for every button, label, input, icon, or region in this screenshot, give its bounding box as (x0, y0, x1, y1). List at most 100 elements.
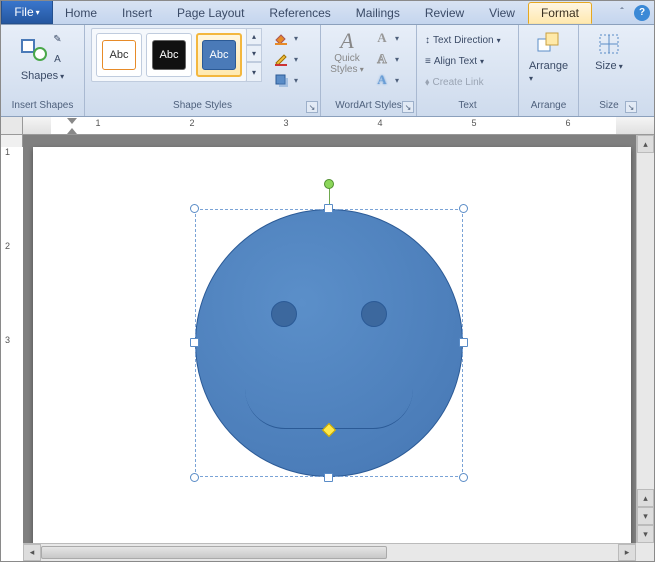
ruler-corner[interactable] (1, 117, 23, 135)
size-button[interactable]: Size ▾ (585, 28, 633, 74)
shape-style-3[interactable]: Abc (196, 33, 242, 77)
text-box-button[interactable]: A (49, 50, 67, 68)
tab-view[interactable]: View (477, 1, 528, 24)
chevron-down-icon: ▾ (392, 55, 402, 64)
horizontal-ruler[interactable]: 1 2 3 4 5 6 (23, 117, 654, 135)
shape-style-gallery: Abc Abc Abc (91, 28, 247, 82)
ribbon-tabs: File ▾ Home Insert Page Layout Reference… (1, 1, 654, 25)
size-launcher[interactable]: ↘ (625, 101, 637, 113)
page-up-button[interactable]: ▴ (637, 489, 654, 507)
text-outline-icon: A (373, 50, 391, 68)
group-arrange: Arrange ▾ Arrange (519, 25, 579, 116)
titlebar-controls: ˆ ? (614, 1, 654, 24)
arrange-label: Arrange (529, 60, 568, 72)
create-link-button[interactable]: ⬧ Create Link (423, 72, 486, 92)
group-wordart-styles: A Quick Styles ▾ A▾ A▾ A▾ WordArt Styles… (321, 25, 417, 116)
gallery-more-button[interactable]: ▾ (246, 62, 262, 82)
shape-styles-launcher[interactable]: ↘ (306, 101, 318, 113)
group-size: Size ▾ Size ↘ (579, 25, 639, 116)
text-fill-button[interactable]: A▾ (373, 28, 402, 48)
resize-handle-sw[interactable] (190, 473, 199, 482)
scrollbar-corner (636, 543, 654, 561)
chevron-down-icon: ▾ (291, 55, 301, 64)
scroll-left-button[interactable]: ◂ (23, 544, 41, 561)
text-direction-button[interactable]: ↕ Text Direction ▾ (423, 30, 503, 50)
text-effects-icon: A (373, 71, 391, 89)
rotation-handle[interactable] (324, 179, 334, 189)
align-text-button[interactable]: ≡ Align Text ▾ (423, 51, 486, 71)
scroll-down-button[interactable]: ▾ (637, 525, 654, 543)
group-shape-styles: Abc Abc Abc ▴ ▾ ▾ ▾ (85, 25, 321, 116)
text-outline-button[interactable]: A▾ (373, 49, 402, 69)
text-effects-button[interactable]: A▾ (373, 70, 402, 90)
shapes-icon (19, 37, 47, 61)
tab-format[interactable]: Format (528, 2, 592, 24)
gallery-up-button[interactable]: ▴ (246, 28, 262, 45)
vertical-scrollbar[interactable]: ▴ ▴ ▾ ▾ (636, 135, 654, 543)
text-direction-icon: ↕ (425, 35, 430, 46)
chevron-down-icon: ▾ (36, 8, 40, 17)
arrange-button[interactable]: Arrange ▾ (525, 28, 572, 86)
indent-marker[interactable] (67, 117, 77, 135)
selected-shape[interactable] (195, 209, 463, 477)
edit-shape-button[interactable]: ✎ (49, 30, 67, 48)
file-tab[interactable]: File ▾ (1, 1, 53, 24)
gallery-scroll: ▴ ▾ ▾ (246, 28, 262, 82)
pencil-icon (272, 50, 290, 68)
size-icon (595, 30, 623, 58)
tab-references[interactable]: References (257, 1, 343, 24)
group-text: ↕ Text Direction ▾ ≡ Align Text ▾ ⬧ Crea… (417, 25, 519, 116)
minimize-ribbon-button[interactable]: ˆ (614, 5, 630, 21)
shape-style-1[interactable]: Abc (96, 33, 142, 77)
group-label-text: Text (417, 100, 518, 116)
effects-icon (272, 71, 290, 89)
vertical-ruler[interactable]: 1 2 3 (1, 135, 23, 561)
tab-home[interactable]: Home (53, 1, 110, 24)
wordart-icon: A (340, 30, 353, 52)
resize-handle-n[interactable] (324, 204, 333, 213)
help-button[interactable]: ? (634, 5, 650, 21)
horizontal-scrollbar[interactable]: ◂ ▸ (23, 543, 636, 561)
chevron-down-icon: ▾ (480, 57, 484, 66)
shape-fill-button[interactable]: ▾ (272, 28, 301, 48)
shape-outline-button[interactable]: ▾ (272, 49, 301, 69)
shapes-button[interactable]: ✎ A Shapes ▾ (7, 28, 78, 84)
resize-handle-w[interactable] (190, 338, 199, 347)
h-scroll-track[interactable] (41, 544, 618, 561)
chevron-down-icon: ▾ (529, 74, 533, 83)
h-scroll-thumb[interactable] (41, 546, 387, 559)
document-area[interactable] (23, 135, 654, 561)
shapes-button-label: Shapes (21, 70, 58, 82)
resize-handle-s[interactable] (324, 473, 333, 482)
gallery-down-button[interactable]: ▾ (246, 45, 262, 62)
resize-handle-se[interactable] (459, 473, 468, 482)
group-label-size: Size (599, 100, 618, 111)
shape-effects-button[interactable]: ▾ (272, 70, 301, 90)
tab-mailings[interactable]: Mailings (344, 1, 413, 24)
wordart-launcher[interactable]: ↘ (402, 101, 414, 113)
tab-insert[interactable]: Insert (110, 1, 165, 24)
chevron-down-icon: ▾ (392, 76, 402, 85)
create-link-label: Create Link (433, 77, 484, 88)
tab-page-layout[interactable]: Page Layout (165, 1, 257, 24)
scroll-right-button[interactable]: ▸ (618, 544, 636, 561)
shape-style-tools: ▾ ▾ ▾ (272, 28, 301, 90)
chevron-down-icon: ▾ (60, 72, 64, 81)
page[interactable] (33, 147, 631, 547)
resize-handle-e[interactable] (459, 338, 468, 347)
quick-styles-button[interactable]: A Quick Styles ▾ (327, 28, 367, 77)
chevron-down-icon: ▾ (617, 62, 623, 71)
page-down-button[interactable]: ▾ (637, 507, 654, 525)
paint-bucket-icon (272, 29, 290, 47)
resize-handle-ne[interactable] (459, 204, 468, 213)
tab-review[interactable]: Review (413, 1, 477, 24)
scroll-track[interactable] (637, 153, 654, 489)
scroll-up-button[interactable]: ▴ (637, 135, 654, 153)
resize-handle-nw[interactable] (190, 204, 199, 213)
link-icon: ⬧ (425, 77, 430, 88)
align-text-label: Align Text (434, 56, 477, 67)
group-label-shape-styles: Shape Styles (173, 100, 232, 111)
group-label-arrange: Arrange (519, 100, 578, 116)
shape-style-2[interactable]: Abc (146, 33, 192, 77)
chevron-down-icon: ▾ (497, 36, 501, 45)
